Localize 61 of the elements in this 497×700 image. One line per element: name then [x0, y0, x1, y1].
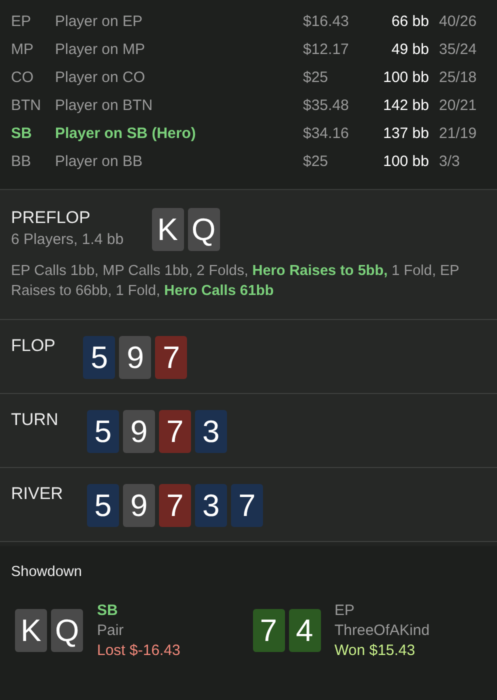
player-big-blinds: 100 bb [382, 152, 430, 170]
player-name: Player on BTN [55, 96, 154, 114]
playing-card: Q [51, 609, 83, 652]
playing-card: 7 [252, 609, 284, 652]
player-big-blinds: 142 bb [382, 96, 430, 114]
playing-card: 9 [123, 410, 155, 453]
player-big-blinds: 66 bb [390, 12, 430, 30]
hand-rank: ThreeOfAKind [334, 622, 430, 639]
street-summary: 6 Players, 1.4 bb [11, 231, 124, 248]
player-stats: 20/21 [439, 96, 478, 114]
playing-card: 7 [231, 484, 263, 527]
street-name: PREFLOP [11, 208, 92, 228]
player-name: Player on EP [55, 12, 144, 30]
player-stack: $35.48 [303, 96, 350, 114]
hand-rank: Pair [97, 622, 125, 639]
player-stack: $12.17 [303, 40, 350, 58]
player-stack: $16.43 [303, 12, 350, 30]
playing-card: 3 [195, 484, 227, 527]
player-stats: 3/3 [439, 152, 461, 170]
player-position: CO [11, 68, 34, 86]
playing-card: K [15, 609, 47, 652]
playing-card: 3 [195, 410, 227, 453]
street-name: FLOP [11, 336, 56, 356]
player-big-blinds: 49 bb [390, 40, 430, 58]
player-position: EP [11, 12, 32, 30]
player-stack: $25 [303, 152, 330, 170]
player-stats: 35/24 [439, 40, 478, 58]
player-position: SB [11, 124, 33, 142]
player-stack: $25 [303, 68, 330, 86]
player-name: Player on BB [55, 152, 144, 170]
playing-card: 7 [159, 410, 191, 453]
player-stack: $34.16 [303, 124, 350, 142]
playing-card: 5 [87, 484, 119, 527]
player-position: BTN [11, 96, 42, 114]
hand-result: Won $15.43 [334, 642, 416, 659]
showdown-title: Showdown [11, 564, 83, 580]
player-name: Player on SB (Hero) [55, 124, 197, 142]
playing-card: 9 [119, 336, 152, 379]
player-big-blinds: 137 bb [382, 124, 430, 142]
player-stats: 40/26 [439, 12, 478, 30]
player-big-blinds: 100 bb [382, 68, 430, 86]
playing-card: 7 [159, 484, 191, 527]
playing-card: 7 [155, 336, 188, 379]
hand-position: EP [334, 602, 356, 619]
player-name: Player on CO [55, 68, 146, 86]
street-name: TURN [11, 410, 60, 430]
player-name: Player on MP [55, 40, 146, 58]
playing-card: 4 [288, 609, 320, 652]
action-log: EP Calls 1bb, MP Calls 1bb, 2 Folds, Hero Raises to 5bb, 1 Fold, EP Raises to 66bb, 1 Fold, Hero Calls 61bb [11, 262, 460, 301]
playing-card: 9 [123, 484, 155, 527]
street-name: RIVER [11, 484, 64, 504]
playing-card: 5 [87, 410, 119, 453]
player-position: BB [11, 152, 32, 170]
player-position: MP [11, 40, 34, 58]
hand-result: Lost $-16.43 [97, 642, 180, 659]
playing-card: K [152, 208, 184, 251]
playing-card: 5 [83, 336, 116, 379]
player-stats: 25/18 [439, 68, 478, 86]
hand-position: SB [97, 602, 119, 619]
playing-card: Q [188, 208, 220, 251]
player-stats: 21/19 [439, 124, 478, 142]
